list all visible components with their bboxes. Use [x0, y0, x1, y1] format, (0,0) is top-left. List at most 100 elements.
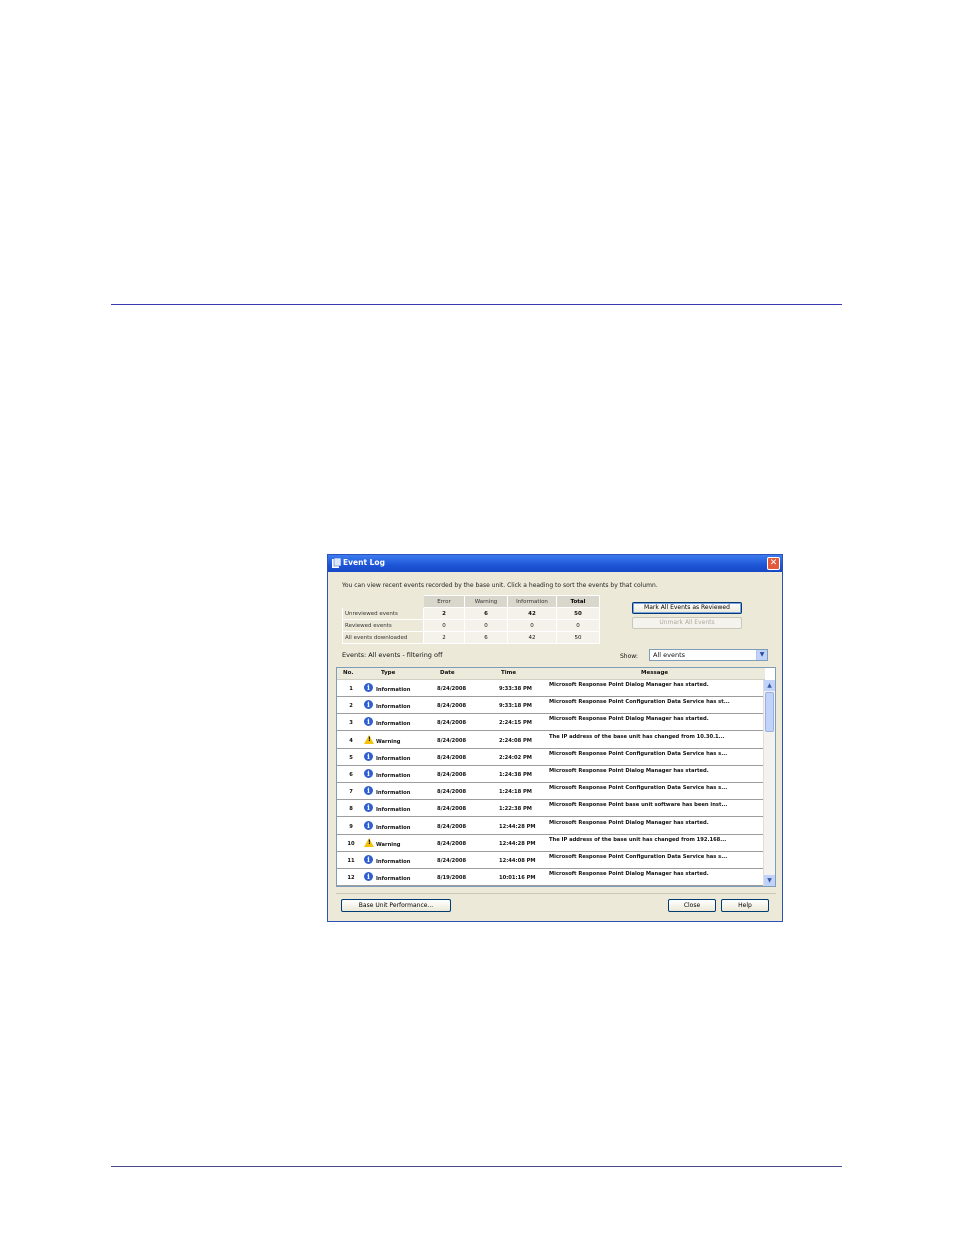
row-number: 7 [349, 789, 353, 796]
row-time: 2:24:08 PM [499, 737, 532, 744]
table-row[interactable]: 12 i Information 8/19/2008 10:01:16 PM Micros… [337, 869, 765, 886]
info-icon: i [364, 872, 373, 882]
summary-cell: 0 [464, 619, 508, 632]
column-header-time[interactable]: Time [501, 670, 516, 676]
close-button[interactable]: Close [668, 899, 716, 912]
row-message: Microsoft Response Point Dialog Manager … [549, 682, 709, 688]
table-row[interactable]: 5 i Information 8/24/2008 2:24:02 PM Microsof… [337, 749, 765, 766]
list-header: No. Type Date Time Message [337, 668, 765, 680]
help-button[interactable]: Help [721, 899, 769, 912]
table-row[interactable]: 9 i Information 8/24/2008 12:44:28 PM Microso… [337, 818, 765, 835]
summary-row-label: Reviewed events [342, 619, 424, 632]
row-date: 8/24/2008 [437, 789, 467, 796]
row-message: Microsoft Response Point Configuration D… [549, 699, 730, 706]
summary-cell: 0 [423, 619, 465, 632]
summary-cell: 42 [507, 607, 557, 620]
row-time: 12:44:28 PM [499, 823, 536, 830]
vertical-scrollbar[interactable]: ▲ ▼ [763, 680, 775, 886]
row-time: 12:44:28 PM [499, 840, 536, 847]
events-filter-label: Events: All events - filtering off [342, 651, 443, 659]
row-date: 8/24/2008 [437, 720, 467, 727]
column-header-message[interactable]: Message [641, 670, 668, 676]
row-message: Microsoft Response Point base unit softw… [549, 802, 728, 809]
row-time: 2:24:02 PM [499, 754, 532, 761]
event-list[interactable]: No. Type Date Time Message 1 i Information… [336, 667, 776, 887]
summary-header-error[interactable]: Error [423, 595, 465, 608]
footer-divider [336, 893, 776, 894]
info-icon: i [364, 717, 373, 727]
scroll-up-icon[interactable]: ▲ [764, 680, 775, 691]
row-type: Information [376, 790, 411, 797]
base-unit-performance-button[interactable]: Base Unit Performance... [341, 899, 451, 912]
row-type: Information [376, 824, 411, 831]
chevron-down-icon[interactable]: ▼ [756, 650, 767, 660]
summary-header-information[interactable]: Information [507, 595, 557, 608]
row-type: Information [376, 859, 411, 865]
info-icon: i [364, 855, 373, 864]
table-row[interactable]: 8 i Information 8/24/2008 1:22:38 PM Microsof… [337, 800, 765, 818]
scroll-thumb[interactable] [765, 692, 774, 732]
summary-header-warning[interactable]: Warning [464, 595, 508, 608]
mark-all-reviewed-button[interactable]: Mark All Events as Reviewed [632, 602, 742, 614]
row-type: Warning [376, 738, 401, 745]
info-icon: i [364, 786, 373, 796]
summary-cell: 6 [464, 607, 508, 620]
row-type: Information [376, 807, 411, 814]
intro-text: You can view recent events recorded by t… [342, 582, 658, 589]
summary-cell: 6 [464, 631, 508, 644]
row-message: Microsoft Response Point Configuration D… [549, 785, 728, 792]
event-log-dialog: Event Log ✕ You can view recent events r… [327, 554, 783, 922]
table-row[interactable]: 10! Warning 8/24/2008 12:44:28 PM The IP add… [337, 835, 765, 852]
close-window-button[interactable]: ✕ [767, 557, 780, 570]
summary-cell: 50 [556, 631, 600, 644]
row-time: 10:01:16 PM [499, 875, 536, 882]
close-icon: ✕ [769, 558, 778, 568]
summary-header-total[interactable]: Total [556, 595, 600, 608]
table-row[interactable]: 2 i Information 8/24/2008 9:33:18 PM Microsof… [337, 697, 765, 715]
row-type: Information [376, 687, 411, 693]
row-type: Warning [376, 841, 401, 848]
title-bar[interactable]: Event Log ✕ [328, 555, 782, 572]
column-header-date[interactable]: Date [440, 670, 455, 676]
row-number: 1 [349, 686, 353, 692]
column-header-no[interactable]: No. [343, 670, 353, 676]
table-row[interactable]: 4! Warning 8/24/2008 2:24:08 PM The IP addre… [337, 732, 765, 749]
summary-cell: 50 [556, 607, 600, 620]
app-icon [332, 558, 341, 568]
info-icon: i [364, 700, 373, 710]
table-row[interactable]: 3 i Information 8/24/2008 2:24:15 PM Microsof… [337, 714, 765, 732]
summary-cell: 2 [423, 631, 465, 644]
row-number: 2 [349, 703, 353, 710]
row-date: 8/19/2008 [437, 875, 467, 882]
row-number: 5 [349, 754, 353, 761]
row-time: 1:24:38 PM [499, 772, 532, 778]
row-time: 2:24:15 PM [499, 720, 532, 727]
table-row[interactable]: 7 i Information 8/24/2008 1:24:18 PM Microsof… [337, 783, 765, 801]
row-time: 1:24:18 PM [499, 789, 532, 796]
table-row[interactable]: 6 i Information 8/24/2008 1:24:38 PM Microsof… [337, 766, 765, 783]
scroll-down-icon[interactable]: ▼ [764, 875, 775, 886]
column-header-type[interactable]: Type [381, 670, 395, 676]
show-select[interactable]: All events ▼ [649, 649, 768, 661]
summary-cell: 0 [507, 619, 557, 632]
row-message: Microsoft Response Point Dialog Manager … [549, 768, 709, 774]
summary-row-label: All events downloaded [342, 631, 424, 644]
row-number: 9 [349, 823, 353, 830]
row-date: 8/24/2008 [437, 772, 467, 778]
summary-cell: 0 [556, 619, 600, 632]
row-message: Microsoft Response Point Dialog Manager … [549, 871, 709, 878]
info-icon: i [364, 769, 373, 778]
row-date: 8/24/2008 [437, 754, 467, 761]
row-time: 9:33:18 PM [499, 703, 532, 710]
row-date: 8/24/2008 [437, 806, 467, 813]
row-type: Information [376, 721, 411, 728]
row-type: Information [376, 755, 411, 762]
row-date: 8/24/2008 [437, 737, 467, 744]
table-row[interactable]: 11 i Information 8/24/2008 12:44:08 PM Micros… [337, 852, 765, 869]
table-row[interactable]: 1 i Information 8/24/2008 9:33:38 PM Microsof… [337, 680, 765, 697]
info-icon: i [364, 820, 373, 830]
row-date: 8/24/2008 [437, 823, 467, 830]
info-icon: i [364, 751, 373, 761]
row-message: Microsoft Response Point Dialog Manager … [549, 716, 709, 723]
unmark-all-button[interactable]: Unmark All Events [632, 617, 742, 629]
